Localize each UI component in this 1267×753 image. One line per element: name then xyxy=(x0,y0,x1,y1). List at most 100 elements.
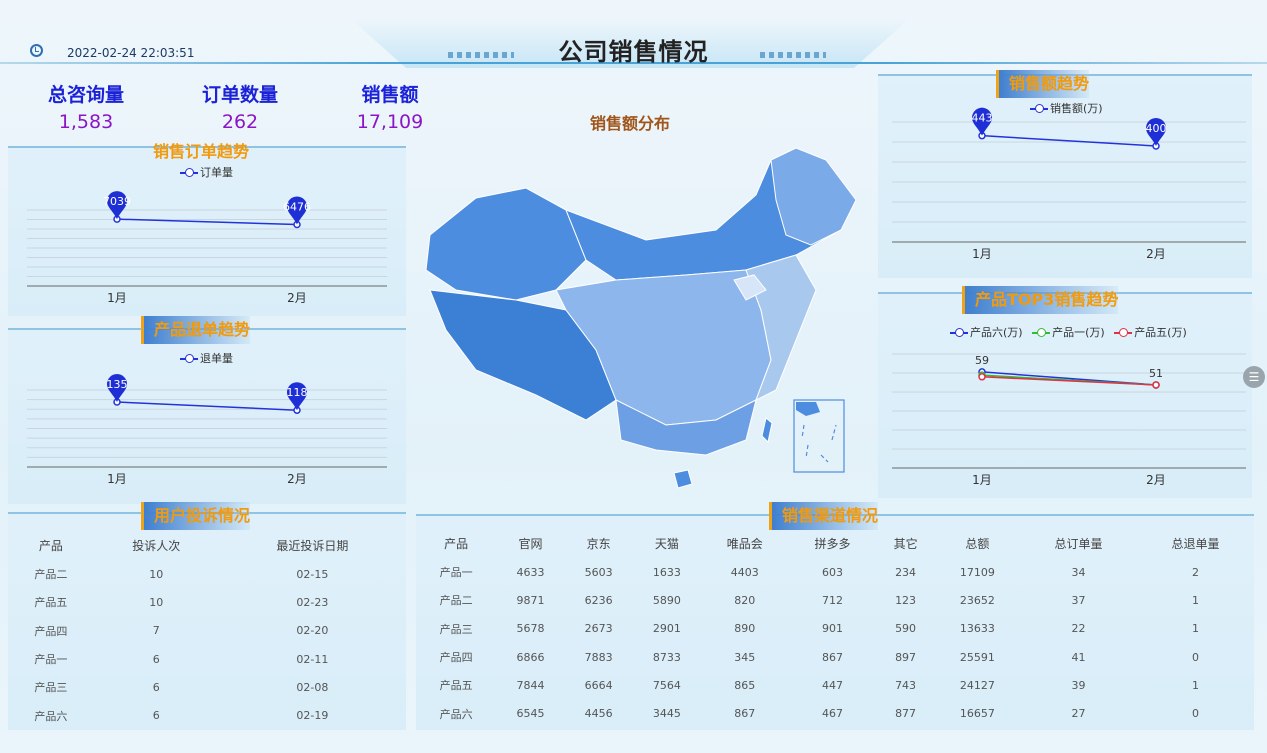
side-menu-icon[interactable]: ☰ xyxy=(1243,366,1265,388)
column-header: 产品 xyxy=(444,536,469,551)
table-cell: 603 xyxy=(821,565,843,579)
column-header: 总额 xyxy=(965,536,990,551)
x-tick-label: 1月 xyxy=(107,291,127,305)
datetime: 2022-02-24 22:03:51 xyxy=(67,46,195,60)
table-cell: 901 xyxy=(821,622,843,636)
table-cell: 865 xyxy=(734,678,756,692)
data-label: 443 xyxy=(972,112,993,125)
series-line xyxy=(981,134,1157,147)
table-row[interactable]: 产品三 5678 2673 2901 890 901 590 13633 22 1 xyxy=(416,615,1254,643)
column-header: 总订单量 xyxy=(1054,536,1103,551)
column-header: 拼多多 xyxy=(814,536,851,551)
kpi-value: 262 xyxy=(221,111,259,133)
order-trend-chart[interactable]: 1月 2月 7039 6476 xyxy=(8,148,406,308)
map-inset-dashes xyxy=(801,424,837,463)
kpi-label: 订单数量 xyxy=(201,84,278,106)
table-row[interactable]: 产品二 10 02-15 xyxy=(8,560,406,588)
table-cell: 820 xyxy=(734,593,756,607)
table-cell: 02-20 xyxy=(296,624,329,638)
table-cell: 8733 xyxy=(652,650,681,664)
map-region-hainan[interactable] xyxy=(673,469,693,489)
data-label: 135 xyxy=(107,378,128,391)
table-row[interactable]: 产品二 9871 6236 5890 820 712 123 23652 37 1 xyxy=(416,586,1254,614)
sales-trend-chart[interactable]: 1月 2月 443 400 xyxy=(878,76,1252,276)
table-row[interactable]: 产品四 6866 7883 8733 345 867 897 25591 41 0 xyxy=(416,643,1254,671)
clock-icon xyxy=(30,44,43,57)
table-row[interactable]: 产品一 6 02-11 xyxy=(8,645,406,673)
table-cell: 23652 xyxy=(959,593,995,607)
x-tick-label: 1月 xyxy=(972,473,992,487)
table-cell: 4403 xyxy=(730,565,759,579)
data-point xyxy=(978,373,986,381)
data-label: 6476 xyxy=(283,200,311,213)
table-cell: 234 xyxy=(895,565,917,579)
kpi-label: 总咨询量 xyxy=(47,84,124,106)
column-header: 投诉人次 xyxy=(132,538,181,553)
kpi-label: 销售额 xyxy=(361,84,419,106)
table-header-row: 产品 官网 京东 天猫 唯品会 拼多多 其它 总额 总订单量 总退单量 xyxy=(416,528,1254,558)
table-row[interactable]: 产品三 6 02-08 xyxy=(8,673,406,701)
table-cell: 41 xyxy=(1071,650,1086,664)
sales-trend-panel: 销售额趋势 销售额(万) 1月 2月 443 400 xyxy=(878,70,1252,278)
map-region-west[interactable] xyxy=(425,187,587,301)
top3-trend-panel: 产品TOP3销售趋势 产品六(万) 产品一(万) 产品五(万) 1月 2月 59 51 xyxy=(878,286,1252,498)
table-cell: 6866 xyxy=(516,650,545,664)
column-header: 唯品会 xyxy=(726,536,763,551)
table-cell: 产品五 xyxy=(439,679,473,693)
x-tick-label: 2月 xyxy=(1146,247,1166,261)
table-cell: 产品二 xyxy=(439,594,473,608)
table-cell: 897 xyxy=(895,650,917,664)
table-cell: 2 xyxy=(1191,565,1199,579)
map-region-taiwan[interactable] xyxy=(761,417,773,444)
table-cell: 867 xyxy=(734,707,756,721)
map-inset-island xyxy=(796,402,820,416)
table-cell: 2673 xyxy=(584,622,613,636)
table-cell: 590 xyxy=(895,622,917,636)
table-cell: 6 xyxy=(152,680,160,694)
table-cell: 02-23 xyxy=(296,595,329,609)
table-cell: 6545 xyxy=(516,707,545,721)
table-cell: 产品四 xyxy=(439,651,473,665)
table-row[interactable]: 产品六 6 02-19 xyxy=(8,701,406,729)
table-cell: 22 xyxy=(1071,622,1086,636)
top3-trend-chart[interactable]: 1月 2月 59 51 xyxy=(878,294,1252,494)
kpi-value: 17,109 xyxy=(356,111,424,133)
column-header: 产品 xyxy=(38,538,63,553)
table-cell: 10 xyxy=(149,567,164,581)
column-header: 天猫 xyxy=(654,536,679,551)
table-cell: 890 xyxy=(734,622,756,636)
data-label: 118 xyxy=(287,386,308,399)
refund-trend-chart[interactable]: 1月 2月 135 118 xyxy=(8,330,406,500)
table-row[interactable]: 产品四 7 02-20 xyxy=(8,617,406,645)
channels-table: 产品 官网 京东 天猫 唯品会 拼多多 其它 总额 总订单量 总退单量 产品一 4633 5603 16… xyxy=(416,528,1254,728)
table-cell: 1 xyxy=(1191,622,1199,636)
table-cell: 6236 xyxy=(584,593,613,607)
table-cell: 1 xyxy=(1191,678,1199,692)
table-cell: 1 xyxy=(1191,593,1199,607)
table-cell: 02-15 xyxy=(296,567,329,581)
china-sales-map[interactable] xyxy=(416,140,876,500)
complaints-table: 产品 投诉人次 最近投诉日期 产品二 10 02-15 产品五 10 02-23 产品四 7 02-… xyxy=(8,530,406,730)
panel-title: 用户投诉情况 xyxy=(141,502,251,530)
table-cell: 39 xyxy=(1071,678,1086,692)
table-cell: 4633 xyxy=(516,565,545,579)
table-cell: 02-11 xyxy=(296,652,329,666)
x-tick-label: 2月 xyxy=(287,291,307,305)
table-cell: 6664 xyxy=(584,678,613,692)
table-row[interactable]: 产品五 10 02-23 xyxy=(8,588,406,616)
table-cell: 5678 xyxy=(516,622,545,636)
table-cell: 产品三 xyxy=(34,681,68,695)
table-cell: 产品四 xyxy=(34,624,68,638)
table-cell: 产品二 xyxy=(34,568,68,582)
table-row[interactable]: 产品六 6545 4456 3445 867 467 877 16657 27 0 xyxy=(416,699,1254,727)
map-title: 销售额分布 xyxy=(590,114,671,133)
data-label: 59 xyxy=(975,354,989,367)
panel-title: 销售渠道情况 xyxy=(769,502,879,530)
table-row[interactable]: 产品一 4633 5603 1633 4403 603 234 17109 34 2 xyxy=(416,558,1254,586)
table-cell: 0 xyxy=(1191,650,1199,664)
table-cell: 产品一 xyxy=(34,653,68,667)
table-cell: 24127 xyxy=(959,678,995,692)
table-cell: 16657 xyxy=(959,707,995,721)
table-row[interactable]: 产品五 7844 6664 7564 865 447 743 24127 39 1 xyxy=(416,671,1254,699)
table-cell: 0 xyxy=(1191,707,1199,721)
